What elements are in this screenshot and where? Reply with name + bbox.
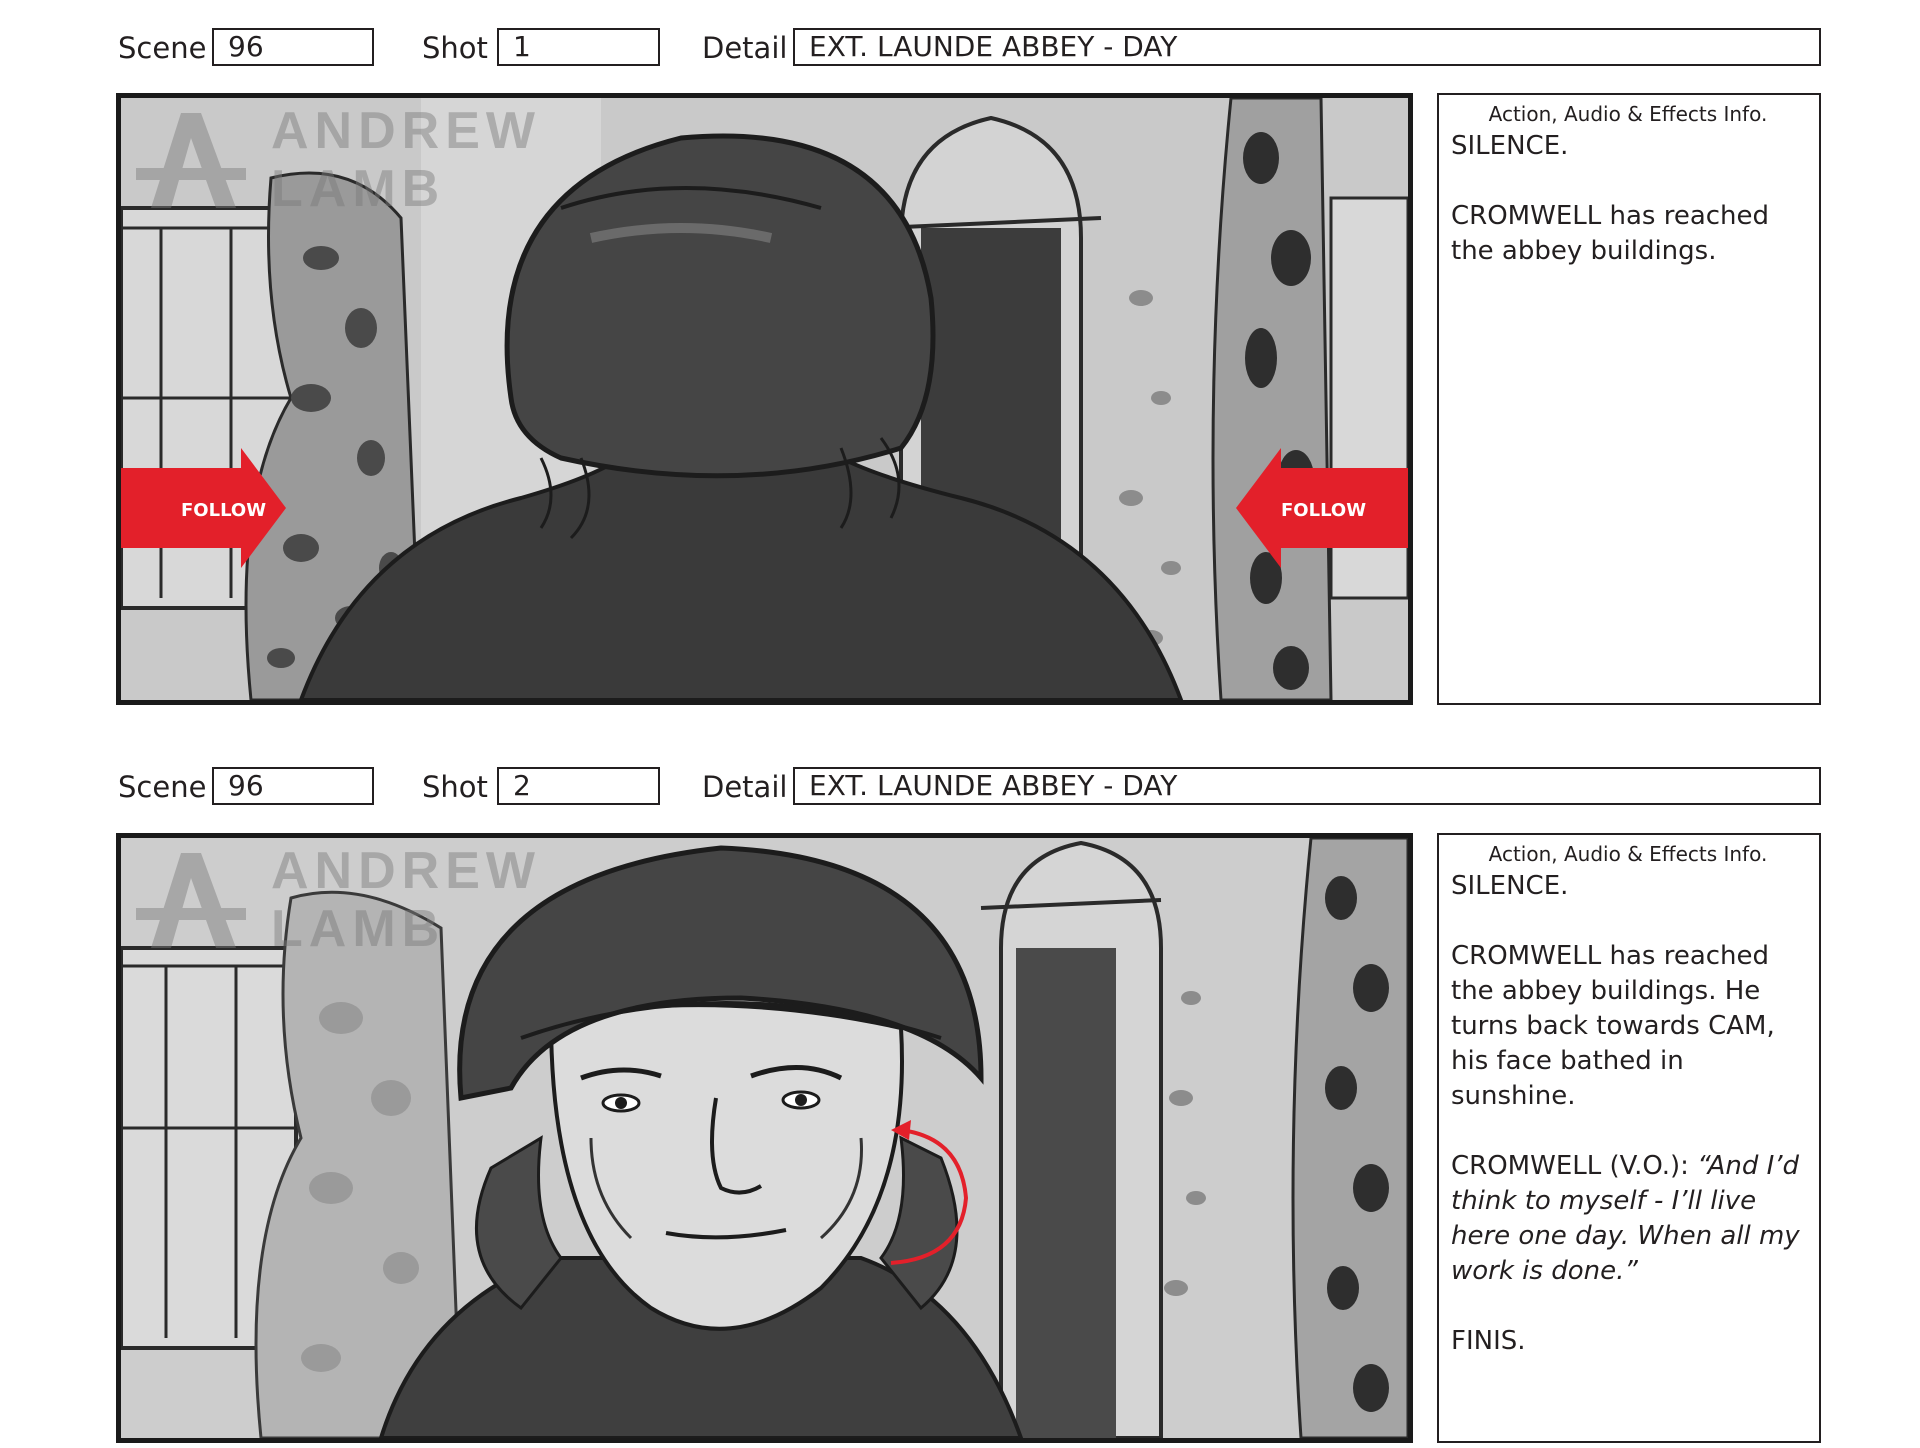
sketch-cromwell-back-view: FOLLOW FOLLOW ANDREW LAMB <box>121 98 1408 700</box>
notes-header: Action, Audio & Effects Info. <box>1488 842 1768 866</box>
storyboard-frame-1: FOLLOW FOLLOW ANDREW LAMB <box>116 93 1413 705</box>
scene-field[interactable]: 96 <box>212 767 374 805</box>
shot-label: Shot <box>422 31 488 65</box>
notes-dialogue: CROMWELL (V.O.): “And I’d think to mysel… <box>1451 1149 1805 1289</box>
shot-field[interactable]: 2 <box>497 767 660 805</box>
svg-text:LAMB: LAMB <box>271 160 445 218</box>
notes-line: SILENCE. <box>1451 131 1569 161</box>
shot-label: Shot <box>422 770 488 804</box>
notes-box-2: Action, Audio & Effects Info. SILENCE. C… <box>1437 833 1821 1443</box>
notes-line: FINIS. <box>1451 1326 1526 1356</box>
sketch-cromwell-face: ANDREW LAMB <box>121 838 1408 1438</box>
notes-box-1: Action, Audio & Effects Info. SILENCE. C… <box>1437 93 1821 705</box>
scene-label: Scene <box>118 770 207 804</box>
detail-label: Detail <box>702 770 788 804</box>
storyboard-frame-2: ANDREW LAMB <box>116 833 1413 1443</box>
notes-line: CROMWELL has reached the abbey buildings… <box>1451 201 1770 266</box>
dialogue-speaker: CROMWELL (V.O.): <box>1451 1151 1698 1181</box>
follow-arrow-right-label: FOLLOW <box>1281 500 1366 521</box>
follow-arrow-left-label: FOLLOW <box>181 500 266 521</box>
detail-label: Detail <box>702 31 788 65</box>
svg-text:ANDREW: ANDREW <box>271 842 541 900</box>
scene-label: Scene <box>118 31 207 65</box>
svg-text:ANDREW: ANDREW <box>271 102 541 160</box>
shot-field[interactable]: 1 <box>497 28 660 66</box>
notes-header: Action, Audio & Effects Info. <box>1488 102 1768 126</box>
scene-field[interactable]: 96 <box>212 28 374 66</box>
svg-text:LAMB: LAMB <box>271 900 445 958</box>
detail-field[interactable]: EXT. LAUNDE ABBEY - DAY <box>793 767 1821 805</box>
notes-line: SILENCE. <box>1451 871 1569 901</box>
notes-line: CROMWELL has reached the abbey buildings… <box>1451 941 1775 1111</box>
detail-field[interactable]: EXT. LAUNDE ABBEY - DAY <box>793 28 1821 66</box>
